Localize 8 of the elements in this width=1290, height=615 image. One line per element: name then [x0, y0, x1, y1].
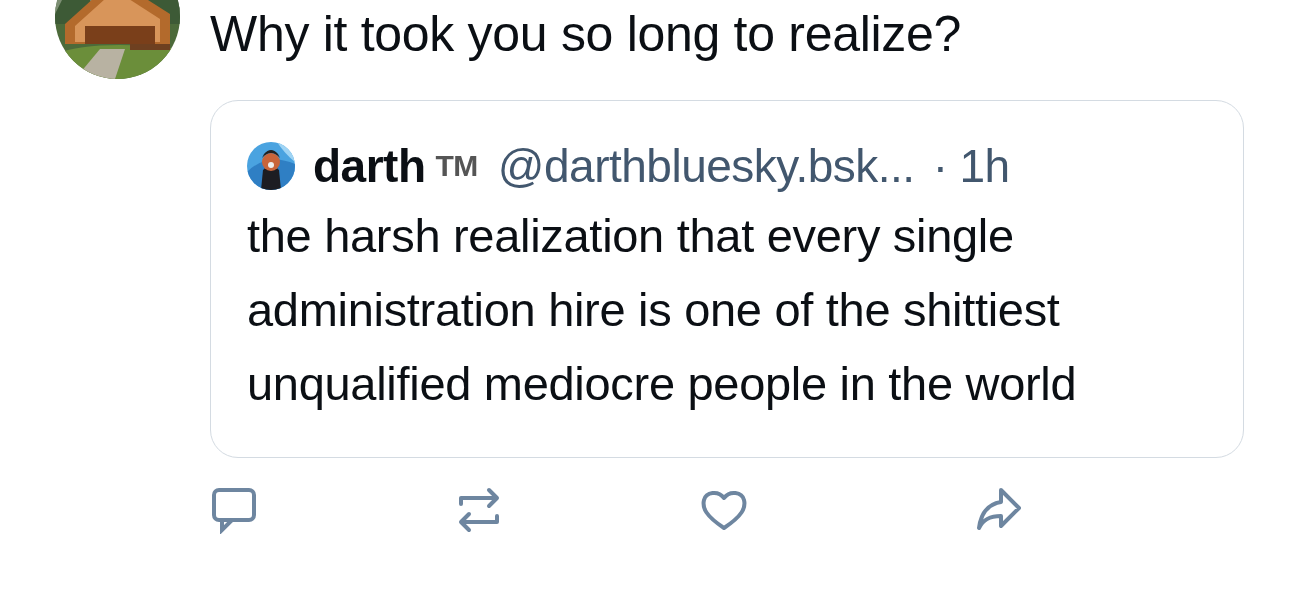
- quote-text: the harsh realization that every single administration hire is one of the shittiest unqualified mediocre people in the world: [247, 208, 1078, 412]
- post-text: Why it took you so long to realize?: [210, 5, 962, 64]
- author-name[interactable]: darth: [313, 139, 426, 193]
- timestamp: 1h: [959, 139, 1010, 193]
- separator: ·: [932, 139, 948, 193]
- badge-text: TM: [435, 149, 478, 183]
- author-handle[interactable]: @darthbluesky.bsk...: [497, 139, 915, 193]
- reply-icon[interactable]: [210, 486, 258, 534]
